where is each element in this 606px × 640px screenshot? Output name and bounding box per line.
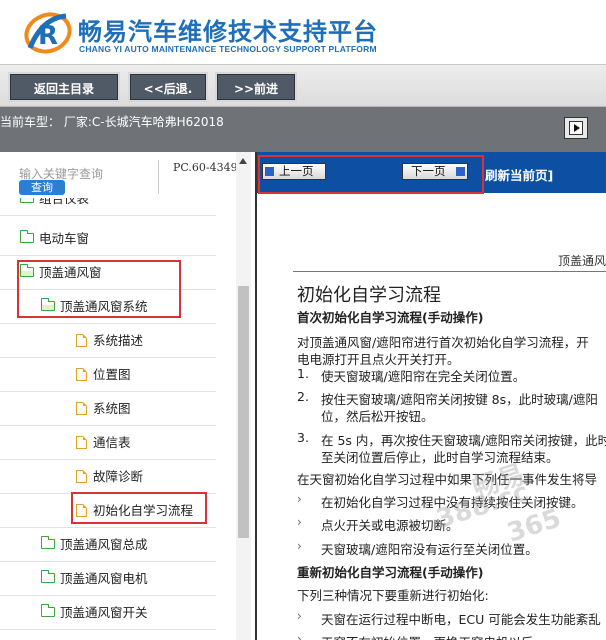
page-toolbar: 上一页 下一页 刷新当前页]	[257, 152, 606, 193]
document-icon	[76, 368, 87, 381]
current-vehicle-label: 当前车型： 厂家:C-长城汽车哈弗H62018	[0, 115, 224, 129]
tree-item-system-description[interactable]: 系统描述	[0, 324, 216, 358]
collapse-panel-button[interactable]	[564, 117, 588, 139]
step-number: 3.	[297, 430, 309, 445]
tree-view: 组合仪表 电动车窗 顶盖通风窗 顶盖通风窗系统 系统描述 位置图 系统图 通信表…	[0, 198, 236, 640]
tree-item-roof-vent-switch[interactable]: 顶盖通风窗开关	[0, 596, 216, 630]
step-text: 位，然后松开按钮。	[321, 409, 434, 424]
step-text: 至关闭位置后停止，此时自学习流程结束。	[321, 450, 559, 465]
document-panel: 上一页 下一页 刷新当前页] 顶盖通风 初始化自学习流程 首次初始化自学习流程(…	[255, 152, 606, 640]
tree-item-location[interactable]: 位置图	[0, 358, 216, 392]
doc-title: 初始化自学习流程	[297, 285, 441, 306]
bullet-text: 在初始化自学习过程中没有持续按住关闭按键。	[321, 495, 584, 510]
step-number: 1.	[297, 366, 309, 381]
brand-title: 畅易汽车维修技术支持平台	[78, 18, 378, 46]
folder-open-icon	[41, 298, 55, 311]
tree-item-diagnosis[interactable]: 故障诊断	[0, 460, 216, 494]
folder-icon	[20, 230, 34, 243]
folder-open-icon	[20, 264, 34, 277]
forward-button[interactable]: >>前进	[215, 72, 297, 102]
prev-arrow-icon	[265, 167, 274, 176]
search-button[interactable]: 查询	[19, 180, 65, 195]
refresh-link[interactable]: 刷新当前页]	[485, 165, 553, 184]
section-heading: 重新初始化自学习流程(手动操作)	[297, 565, 484, 580]
bullet-text: 天窗玻璃/遮阳帘没有运行至关闭位置。	[321, 542, 538, 557]
tree-item-system-diagram[interactable]: 系统图	[0, 392, 216, 426]
document-icon	[76, 334, 87, 347]
header: R 畅易汽车维修技术支持平台 CHANG YI AUTO MAINTENANCE…	[0, 0, 606, 64]
tree-item-dashboard[interactable]: 组合仪表	[0, 198, 216, 216]
next-page-button[interactable]: 下一页	[402, 163, 468, 180]
sidebar-scrollbar[interactable]	[236, 152, 251, 640]
doc-paragraph: 下列三种情况下要重新进行初始化:	[297, 588, 489, 603]
svg-text:R: R	[38, 21, 58, 51]
section-heading: 首次初始化自学习流程(手动操作)	[297, 310, 484, 325]
document-icon	[76, 504, 87, 517]
document-icon	[76, 470, 87, 483]
bullet-icon: ›	[297, 515, 302, 529]
tree-item-init-relearn[interactable]: 初始化自学习流程	[0, 494, 216, 528]
back-button[interactable]: <<后退.	[128, 72, 208, 102]
bullet-icon: ›	[297, 632, 302, 640]
bullet-icon: ›	[297, 492, 302, 506]
folder-icon	[41, 604, 55, 617]
document-icon	[76, 436, 87, 449]
bullet-icon: ›	[297, 609, 302, 623]
bullet-text: 天窗不在初始位置，更换天窗电机以后。	[321, 632, 546, 640]
nav-bar: 返回主目录 <<后退. >>前进	[0, 64, 606, 107]
brand-subtitle: CHANG YI AUTO MAINTENANCE TECHNOLOGY SUP…	[79, 44, 377, 54]
document-page: 顶盖通风 初始化自学习流程 首次初始化自学习流程(手动操作) 对顶盖通风窗/遮阳…	[257, 193, 606, 640]
main-menu-button[interactable]: 返回主目录	[8, 72, 120, 102]
step-number: 2.	[297, 389, 309, 404]
scroll-up-icon[interactable]	[239, 158, 247, 164]
folder-icon	[41, 536, 55, 549]
prev-page-button[interactable]: 上一页	[262, 163, 326, 180]
folder-icon	[41, 570, 55, 583]
bullet-text: 点火开关或电源被切断。	[321, 518, 459, 533]
play-arrow-icon	[569, 121, 583, 135]
bullet-text: 天窗在运行过程中断电，ECU 可能会发生功能紊乱	[321, 612, 601, 627]
next-arrow-icon	[456, 167, 465, 176]
tree-item-roof-vent[interactable]: 顶盖通风窗	[0, 256, 216, 290]
doc-rule	[293, 271, 606, 272]
tree-item-power-window[interactable]: 电动车窗	[0, 222, 216, 256]
document-icon	[76, 402, 87, 415]
pc-code: PC.60-4349	[173, 161, 238, 174]
vehicle-bar: 当前车型： 厂家:C-长城汽车哈弗H62018	[0, 107, 606, 152]
scrollbar-thumb[interactable]	[238, 286, 249, 538]
tree-item-roof-vent-system[interactable]: 顶盖通风窗系统	[0, 290, 216, 324]
tree-item-roof-vent-motor[interactable]: 顶盖通风窗电机	[0, 562, 216, 596]
step-text: 使天窗玻璃/遮阳帘在完全关闭位置。	[321, 369, 526, 384]
tree-item-roof-vent-assembly[interactable]: 顶盖通风窗总成	[0, 528, 216, 562]
doc-paragraph: 在天窗初始化自学习过程中如果下列任一事件发生将导	[297, 472, 598, 487]
sidebar: 输入关键字查询 查询 PC.60-4349 组合仪表 电动车窗 顶盖通风窗 顶盖…	[0, 152, 255, 640]
bullet-icon: ›	[297, 539, 302, 553]
folder-icon	[20, 198, 34, 203]
doc-running-header: 顶盖通风	[558, 254, 606, 268]
brand-logo-icon: R	[24, 12, 72, 54]
tree-item-communication-table[interactable]: 通信表	[0, 426, 216, 460]
divider	[158, 160, 159, 194]
